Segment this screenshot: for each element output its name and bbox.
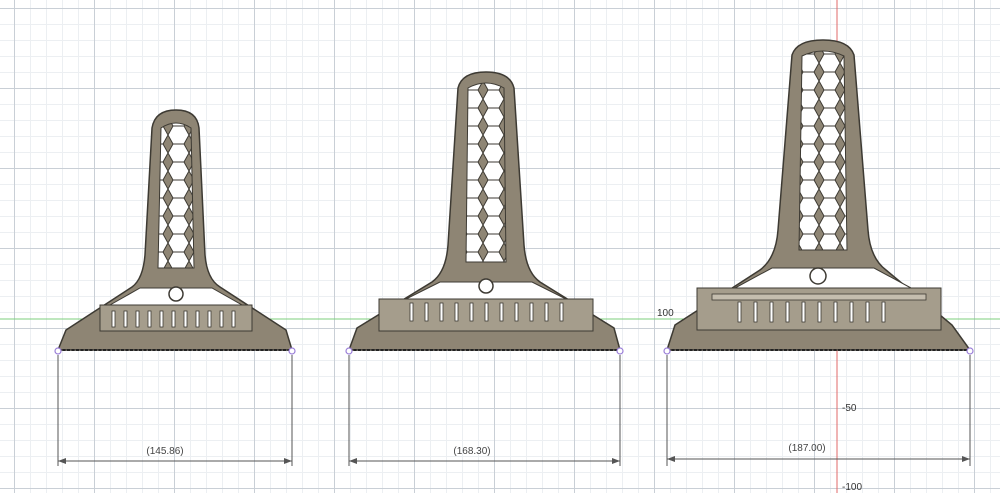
sketch-layer: (145.86) (168.30) (187.00) 100 -50 -100: [0, 0, 1000, 493]
endpoint-right[interactable]: [288, 347, 296, 355]
dimension-label-large[interactable]: (187.00): [788, 443, 825, 454]
hex-lattice: [465, 82, 507, 263]
endpoint-left[interactable]: [663, 347, 671, 355]
hex-lattice: [157, 122, 195, 269]
hanger-hole: [478, 278, 494, 294]
hanger-hole: [168, 286, 184, 302]
dimension-label-medium[interactable]: (168.30): [453, 446, 490, 457]
endpoint-right[interactable]: [616, 347, 624, 355]
rib-strip: [711, 293, 927, 301]
axis-label-y-100: 100: [657, 308, 674, 319]
dimension-label-small[interactable]: (145.86): [146, 446, 183, 457]
design-canvas[interactable]: (145.86) (168.30) (187.00) 100 -50 -100: [0, 0, 1000, 493]
endpoint-left[interactable]: [54, 347, 62, 355]
part-medium-scraper[interactable]: (168.30): [345, 71, 624, 466]
part-small-scraper[interactable]: (145.86): [54, 109, 296, 466]
endpoint-right[interactable]: [966, 347, 974, 355]
ribbed-block: [99, 304, 253, 332]
axis-label-y-neg-100: -100: [842, 482, 862, 493]
part-large-scraper[interactable]: (187.00): [663, 39, 974, 466]
endpoint-left[interactable]: [345, 347, 353, 355]
hex-lattice: [798, 50, 848, 251]
axis-label-y-neg-50: -50: [842, 403, 857, 414]
hanger-hole: [809, 267, 827, 285]
